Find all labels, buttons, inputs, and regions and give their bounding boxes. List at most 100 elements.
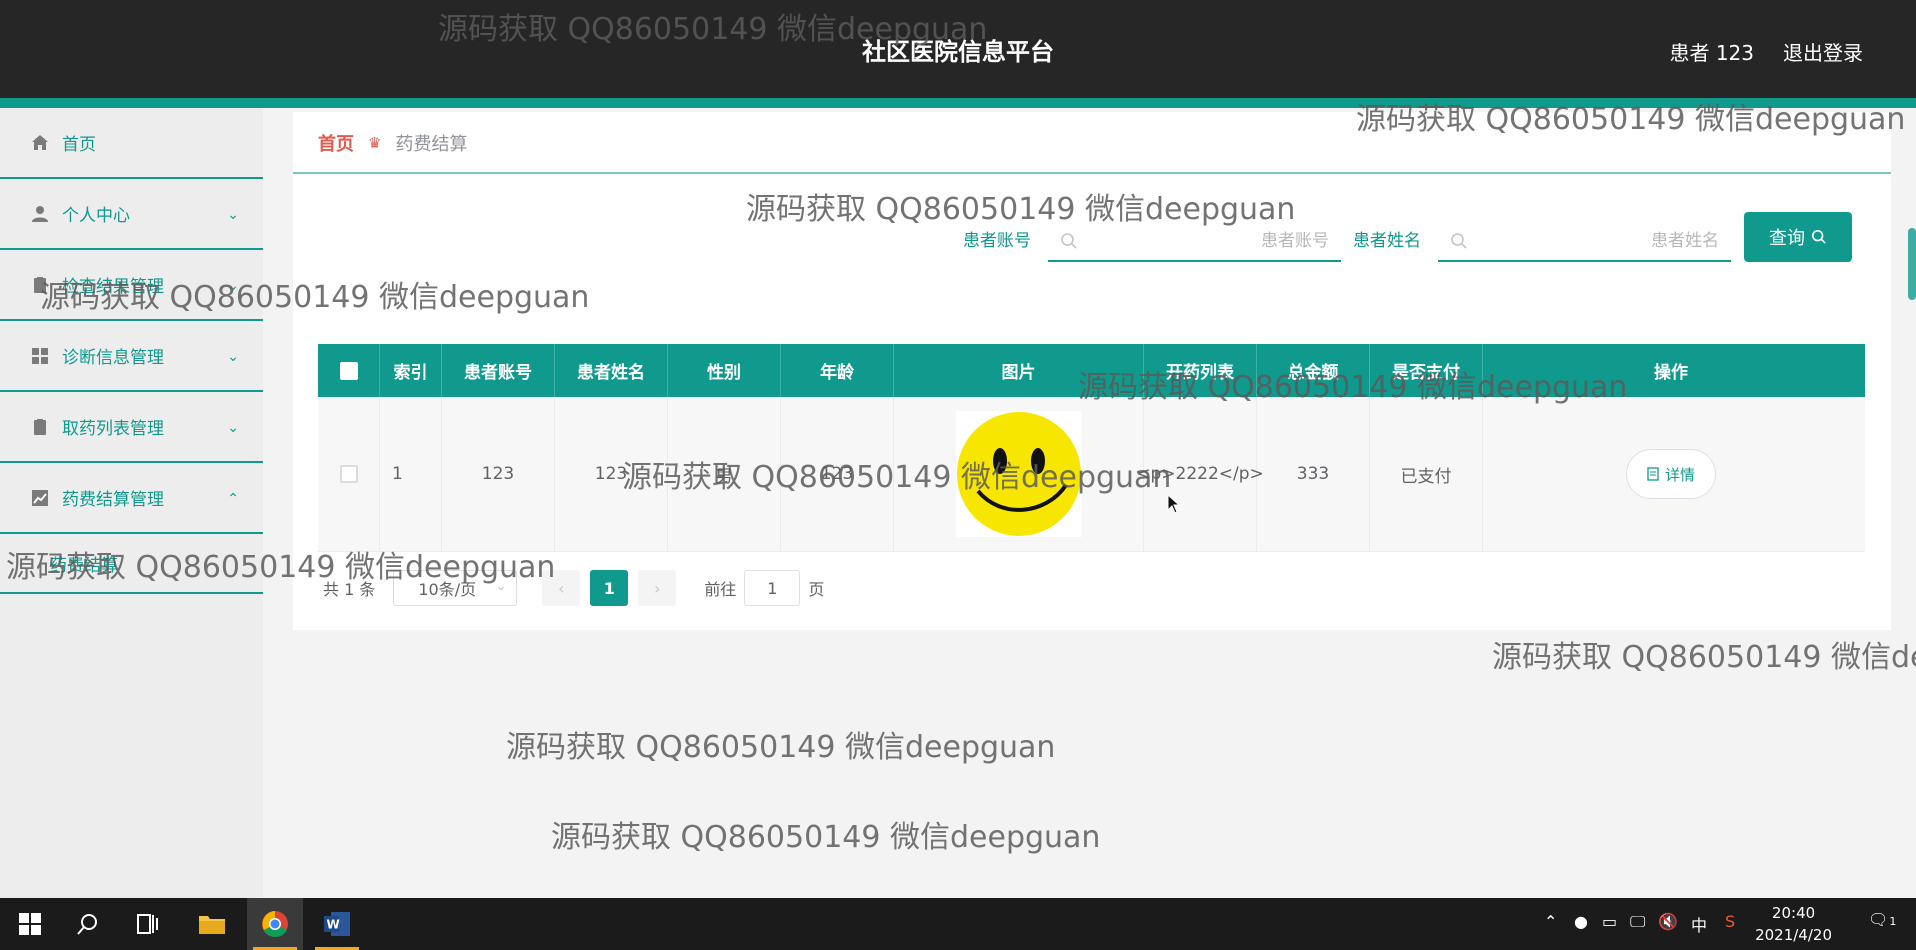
chrome-button[interactable] <box>247 898 303 950</box>
table-header: 索引 患者账号 患者姓名 性别 年龄 图片 开药列表 总金额 是否支付 操作 <box>318 344 1865 397</box>
watermark-text: 源码获取 QQ86050149 微信deepguan <box>551 820 1101 855</box>
clipboard-icon <box>30 417 50 437</box>
sidebar-item-label: 个人中心 <box>62 206 130 226</box>
breadcrumb-current: 药费结算 <box>395 134 468 155</box>
sidebar-item-label: 诊断信息管理 <box>62 348 164 368</box>
page-size-value: 10条/页 <box>418 580 477 599</box>
detail-button[interactable]: 详情 <box>1626 449 1716 499</box>
search-icon <box>1060 232 1078 254</box>
home-icon <box>30 133 50 153</box>
page-scrollbar[interactable] <box>1908 228 1916 300</box>
breadcrumb-separator-icon: ♛ <box>368 134 382 152</box>
file-explorer-button[interactable] <box>184 898 240 950</box>
folder-icon <box>199 916 225 934</box>
breadcrumb: 首页 ♛ 药费结算 <box>318 130 467 156</box>
sidebar-item-exam-results[interactable]: 检查结果管理 ⌄ <box>0 250 263 321</box>
chevron-right-icon: › <box>654 578 661 598</box>
account-search-field[interactable] <box>1048 220 1341 262</box>
notification-count: 1 <box>1889 915 1897 928</box>
app-tray-icon[interactable]: ● <box>1574 912 1588 931</box>
chevron-up-icon[interactable]: ⌃ <box>1544 912 1557 931</box>
chevron-down-icon: ⌄ <box>227 420 239 436</box>
notification-center-button[interactable]: 🗨 1 <box>1868 910 1896 929</box>
sidebar-item-medicine-list[interactable]: 取药列表管理 ⌄ <box>0 392 263 463</box>
sidebar-subitem-fee-settlement[interactable]: 药费结算 <box>0 534 263 594</box>
smiley-face-image <box>956 412 1081 536</box>
cell-image <box>894 397 1144 551</box>
cell-paid-status: 已支付 <box>1370 397 1483 551</box>
row-select-cell <box>318 397 380 551</box>
clock-date: 2021/4/20 <box>1755 926 1832 944</box>
system-clock[interactable]: 20:40 2021/4/20 <box>1755 902 1832 946</box>
column-header: 总金额 <box>1257 344 1370 397</box>
cell-name: 123 <box>555 397 668 551</box>
account-search-input[interactable] <box>1088 228 1329 254</box>
ime-indicator[interactable]: 中 <box>1691 912 1707 936</box>
query-button-label: 查询 <box>1769 228 1805 249</box>
logout-link[interactable]: 退出登录 <box>1783 37 1863 66</box>
query-button[interactable]: 查询 <box>1744 212 1852 262</box>
column-header: 患者姓名 <box>555 344 668 397</box>
sidebar-item-diagnosis[interactable]: 诊断信息管理 ⌄ <box>0 321 263 392</box>
sidebar-item-label: 取药列表管理 <box>62 419 164 439</box>
chevron-down-icon: ⌄ <box>227 207 239 223</box>
account-search-label: 患者账号 <box>963 231 1031 251</box>
clock-time: 20:40 <box>1771 904 1816 922</box>
select-all-checkbox[interactable] <box>339 361 358 380</box>
chevron-down-icon: ⌄ <box>227 278 239 294</box>
name-search-field[interactable] <box>1438 220 1731 262</box>
sidebar-item-fee-settlement[interactable]: 药费结算管理 ⌃ <box>0 463 263 534</box>
windows-logo-icon <box>19 913 41 935</box>
goto-page-input[interactable]: 1 <box>744 570 801 606</box>
page-size-select[interactable]: 10条/页 ⌄ <box>393 570 518 606</box>
row-checkbox[interactable] <box>339 465 358 483</box>
search-icon <box>77 914 97 935</box>
prev-page-button[interactable]: ‹ <box>542 570 581 606</box>
chevron-down-icon: ⌄ <box>495 579 507 594</box>
sidebar-item-label: 首页 <box>62 135 96 155</box>
search-taskbar-button[interactable] <box>60 898 116 950</box>
chevron-left-icon: ‹ <box>558 578 565 598</box>
header-accent-bar <box>0 98 1916 108</box>
column-header: 患者账号 <box>442 344 555 397</box>
detail-button-label: 详情 <box>1664 465 1695 484</box>
cell-actions: 详情 <box>1483 397 1859 551</box>
column-header: 性别 <box>668 344 781 397</box>
input-method-logo-icon[interactable]: S <box>1725 912 1735 931</box>
next-page-button[interactable]: › <box>638 570 677 606</box>
word-icon: W <box>324 912 350 936</box>
table-row: 1 123 123 男 123 <p>2222</p> 333 已支付 详情 <box>318 397 1865 552</box>
windows-taskbar: W ⌃ ● ▭ 🖵 🔇 中 S 20:40 2021/4/20 🗨 1 <box>0 898 1916 950</box>
column-header: 是否支付 <box>1370 344 1483 397</box>
mouse-cursor-icon <box>1167 494 1181 514</box>
volume-muted-icon[interactable]: 🔇 <box>1658 912 1678 931</box>
sidebar-item-personal-center[interactable]: 个人中心 ⌄ <box>0 179 263 250</box>
sidebar-item-home[interactable]: 首页 <box>0 108 263 179</box>
breadcrumb-home[interactable]: 首页 <box>318 130 354 156</box>
sidebar: 首页 个人中心 ⌄ 检查结果管理 ⌄ 诊断信息管理 ⌄ 取药列表管理 ⌄ 药费结… <box>0 108 263 898</box>
network-icon[interactable]: 🖵 <box>1630 912 1645 932</box>
clipboard-icon <box>30 275 50 295</box>
notification-icon: 🗨 <box>1868 910 1889 929</box>
sidebar-item-label: 检查结果管理 <box>62 277 164 297</box>
chrome-icon <box>262 911 288 937</box>
search-icon <box>1811 229 1827 245</box>
pagination: 共 1 条 10条/页 ⌄ ‹ 1 › 前往 1 页 <box>323 570 824 606</box>
goto-label: 前往 <box>704 580 737 599</box>
page-number-current[interactable]: 1 <box>590 570 629 606</box>
page-unit-label: 页 <box>808 580 825 599</box>
name-search-label: 患者姓名 <box>1353 231 1421 251</box>
task-view-button[interactable] <box>120 898 176 950</box>
name-search-input[interactable] <box>1478 228 1719 254</box>
word-button[interactable]: W <box>309 898 365 950</box>
chart-icon <box>30 488 50 508</box>
svg-text:W: W <box>327 918 340 932</box>
grid-icon <box>30 346 50 366</box>
search-icon <box>1450 232 1468 254</box>
current-user-label: 患者 123 <box>1669 41 1754 65</box>
cell-total: 333 <box>1257 397 1370 551</box>
column-header: 图片 <box>894 344 1144 397</box>
start-button[interactable] <box>2 898 58 950</box>
battery-icon[interactable]: ▭ <box>1602 912 1617 931</box>
column-header: 开药列表 <box>1144 344 1257 397</box>
